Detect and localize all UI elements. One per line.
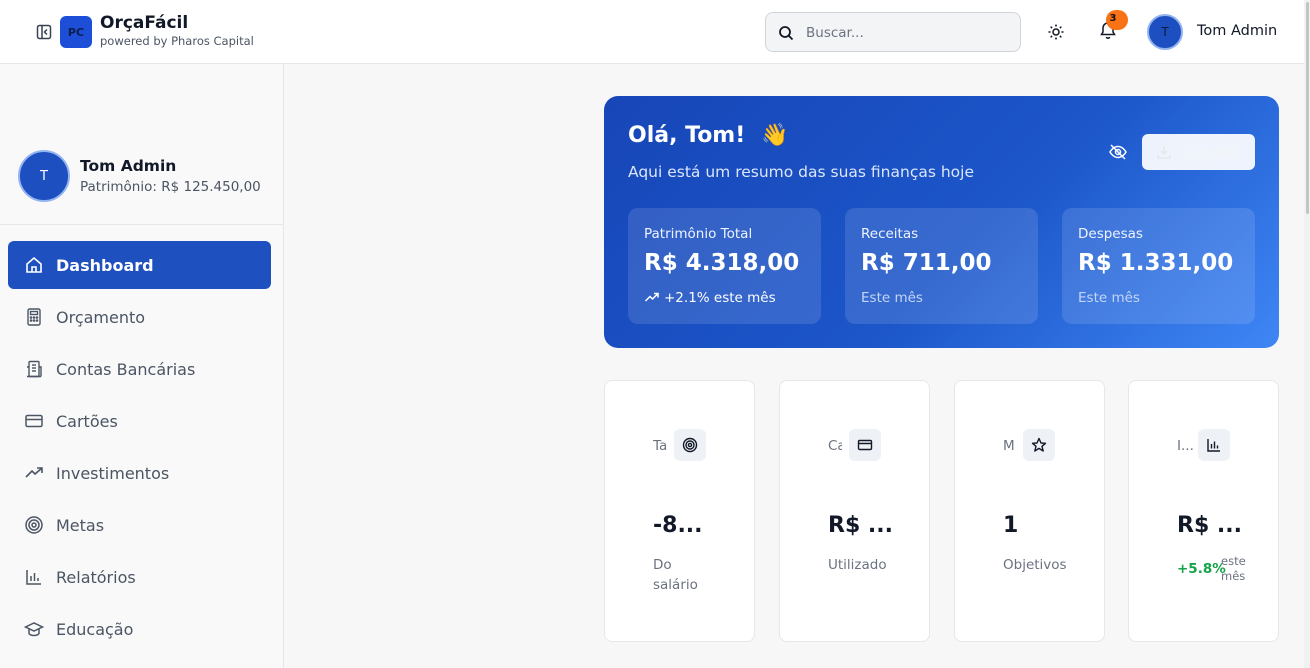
trending-up-icon	[644, 292, 659, 302]
sidebar-item-label: Dashboard	[56, 255, 154, 275]
bar-chart-icon	[1198, 429, 1230, 461]
target-icon	[24, 515, 44, 535]
stat-value: R$ 4.318,00	[644, 250, 800, 276]
app-logo: PC	[60, 16, 92, 48]
graduation-cap-icon	[24, 619, 44, 639]
card-trend-note-line: mês	[1221, 569, 1246, 583]
summary-card-savings-rate[interactable]: Ta -8... Do salário	[604, 380, 755, 642]
sidebar-item-label: Orçamento	[56, 307, 146, 327]
sidebar-item-relatorios[interactable]: Relatórios	[8, 553, 271, 601]
sidebar-avatar: T	[18, 150, 70, 202]
card-subtitle: Utilizado	[828, 555, 887, 575]
greeting-title: Olá, Tom! 👋	[628, 123, 788, 148]
card-label: Ta	[653, 438, 668, 454]
welcome-banner: Olá, Tom! 👋 Aqui está um resumo das suas…	[604, 96, 1279, 348]
brand: OrçaFácil powered by Pharos Capital	[100, 13, 254, 49]
eye-off-icon[interactable]	[1108, 142, 1128, 162]
page-scrollbar[interactable]	[1304, 0, 1310, 668]
card-label: M	[1003, 438, 1015, 454]
card-subtitle-line: salário	[653, 577, 698, 593]
stat-note: Este mês	[861, 290, 923, 306]
stat-value: R$ 711,00	[861, 250, 992, 276]
header-user-name[interactable]: Tom Admin	[1197, 23, 1277, 39]
sidebar-item-orcamento[interactable]: Orçamento	[8, 293, 271, 341]
scrollbar-thumb[interactable]	[1306, 2, 1309, 214]
stat-label: Patrimônio Total	[644, 226, 753, 242]
greeting-subtitle: Aqui está um resumo das suas finanças ho…	[628, 163, 974, 181]
sidebar-item-label: Contas Bancárias	[56, 359, 196, 379]
card-trend-note-line: este	[1221, 554, 1246, 568]
sidebar-collapse-icon[interactable]	[34, 22, 54, 42]
stat-value: R$ 1.331,00	[1078, 250, 1234, 276]
sidebar-item-label: Investimentos	[56, 463, 170, 483]
target-icon	[674, 429, 706, 461]
sidebar-item-label: Relatórios	[56, 567, 136, 587]
credit-card-icon	[24, 411, 44, 431]
sidebar-user-name: Tom Admin	[80, 157, 177, 175]
card-subtitle-line: Objetivos	[1003, 557, 1067, 573]
waving-hand-emoji: 👋	[760, 123, 789, 148]
card-label: I...	[1177, 438, 1193, 454]
star-icon	[1023, 429, 1055, 461]
bank-icon	[24, 359, 44, 379]
sidebar-item-dashboard[interactable]: Dashboard	[8, 241, 271, 289]
search-icon	[779, 26, 794, 41]
avatar[interactable]: T	[1147, 14, 1183, 50]
card-subtitle: Do salário	[653, 555, 698, 595]
stat-label: Despesas	[1078, 226, 1143, 242]
greeting-text: Olá, Tom!	[628, 123, 746, 148]
stat-label: Receitas	[861, 226, 919, 242]
top-header: PC OrçaFácil powered by Pharos Capital 3…	[0, 0, 1310, 64]
card-label: Ca	[828, 438, 842, 454]
download-icon	[1156, 144, 1172, 160]
card-trend-note: este mês	[1221, 554, 1261, 584]
stat-note: Este mês	[1078, 290, 1140, 306]
sidebar-profile: T Tom Admin Patrimônio: R$ 125.450,00	[0, 64, 283, 225]
sidebar-item-label: Metas	[56, 515, 105, 535]
stat-card-expenses: Despesas R$ 1.331,00 Este mês	[1062, 208, 1255, 324]
card-subtitle-line: Do	[653, 557, 672, 573]
export-label: Exportar	[1188, 144, 1240, 160]
sidebar-item-label: Cartões	[56, 411, 118, 431]
export-button[interactable]: Exportar	[1142, 134, 1255, 170]
sun-icon[interactable]	[1046, 22, 1066, 42]
stat-note: +2.1% este mês	[664, 290, 776, 306]
summary-card-goals[interactable]: M 1 Objetivos	[954, 380, 1105, 642]
notification-badge: 3	[1106, 10, 1128, 30]
card-subtitle-line: Utilizado	[828, 557, 887, 573]
sidebar-item-contas-bancarias[interactable]: Contas Bancárias	[8, 345, 271, 393]
stat-trend: +2.1% este mês	[644, 290, 776, 306]
sidebar-item-educacao[interactable]: Educação	[8, 605, 271, 653]
summary-card-credit-cards[interactable]: Ca R$ ... Utilizado	[779, 380, 930, 642]
credit-card-icon	[849, 429, 881, 461]
home-icon	[24, 255, 44, 275]
bar-chart-icon	[24, 567, 44, 587]
sidebar-net-worth: Patrimônio: R$ 125.450,00	[80, 179, 261, 195]
stat-card-net-worth: Patrimônio Total R$ 4.318,00 +2.1% este …	[628, 208, 821, 324]
card-value: R$ ...	[828, 513, 893, 538]
sidebar-item-label: Educação	[56, 619, 134, 639]
sidebar-item-investimentos[interactable]: Investimentos	[8, 449, 271, 497]
search-input[interactable]	[806, 22, 1006, 44]
card-value: 1	[1003, 513, 1019, 538]
sidebar-item-metas[interactable]: Metas	[8, 501, 271, 549]
trending-up-icon	[24, 463, 44, 483]
summary-card-investments[interactable]: I... R$ ... +5.8% este mês	[1128, 380, 1279, 642]
app-tagline: powered by Pharos Capital	[100, 34, 254, 48]
card-subtitle: Objetivos	[1003, 555, 1067, 575]
card-value: R$ ...	[1177, 513, 1242, 538]
calculator-icon	[24, 307, 44, 327]
stat-card-income: Receitas R$ 711,00 Este mês	[845, 208, 1038, 324]
card-value: -8...	[653, 513, 703, 538]
card-trend: +5.8%	[1177, 561, 1226, 577]
app-name: OrçaFácil	[100, 13, 189, 33]
search-box[interactable]	[765, 12, 1021, 52]
sidebar: T Tom Admin Patrimônio: R$ 125.450,00 Da…	[0, 64, 284, 668]
sidebar-item-cartoes[interactable]: Cartões	[8, 397, 271, 445]
